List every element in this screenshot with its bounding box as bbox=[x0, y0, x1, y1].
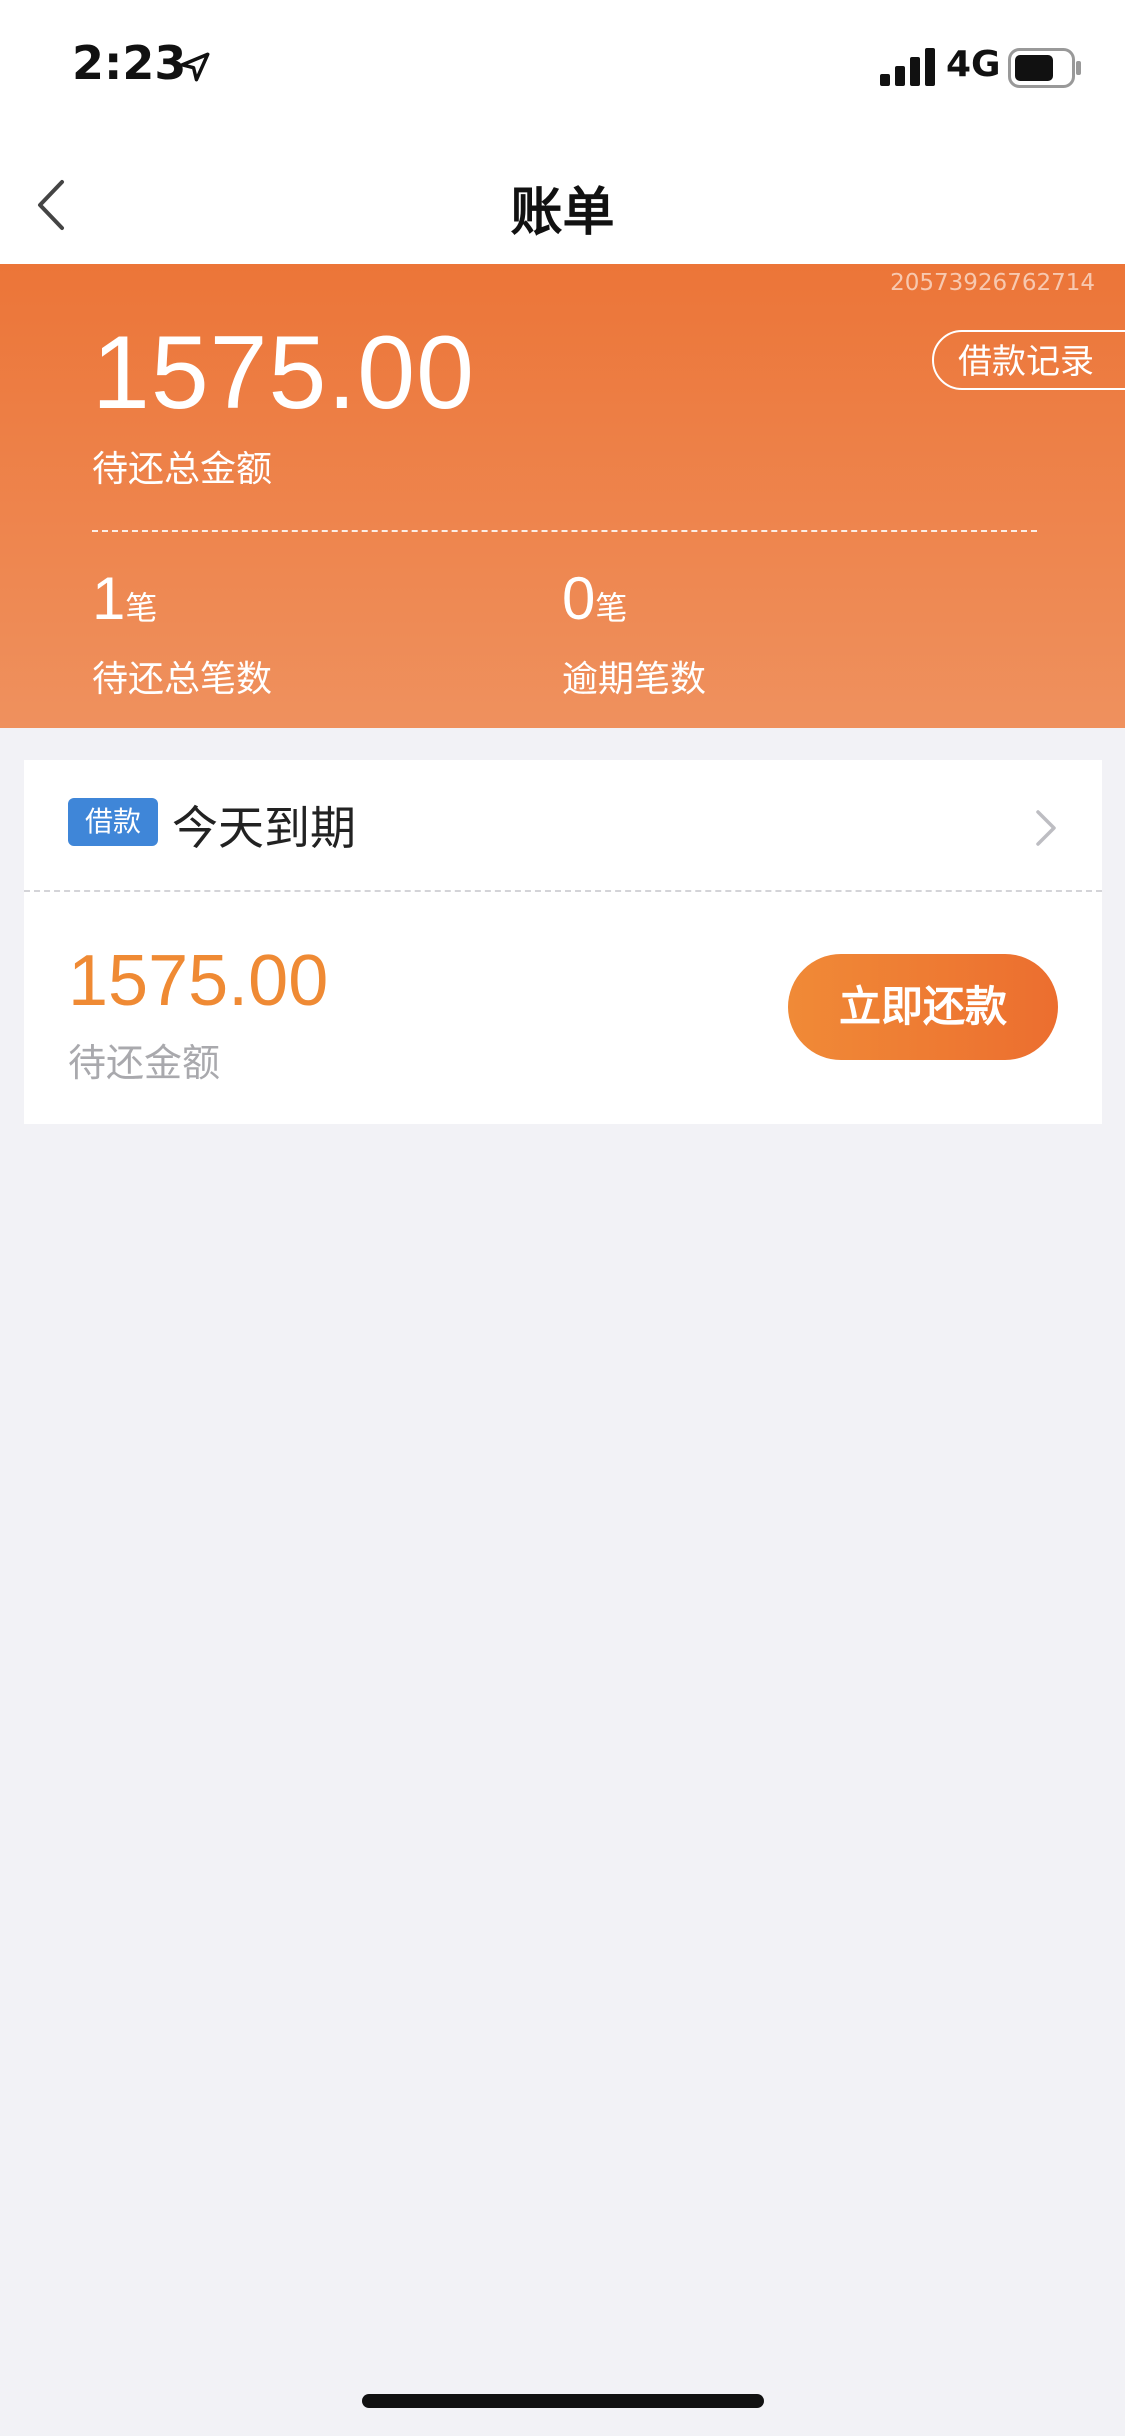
loan-history-button[interactable]: 借款记录 bbox=[932, 330, 1125, 390]
status-bar: 2:23 4G bbox=[0, 0, 1125, 140]
overdue-count-unit: 笔 bbox=[595, 589, 628, 627]
repay-now-button[interactable]: 立即还款 bbox=[788, 954, 1058, 1060]
signal-bars-icon bbox=[880, 48, 935, 86]
location-arrow-icon bbox=[180, 52, 210, 82]
due-date-text: 今天到期 bbox=[172, 801, 356, 855]
page-title: 账单 bbox=[510, 183, 615, 243]
bill-card-header[interactable]: 借款 今天到期 bbox=[24, 760, 1102, 890]
navigation-bar: 账单 bbox=[0, 140, 1125, 264]
pending-count-stat: 1笔 待还总笔数 bbox=[92, 564, 272, 700]
loan-tag: 借款 bbox=[68, 798, 158, 846]
battery-icon bbox=[1008, 48, 1081, 88]
total-amount: 1575.00 bbox=[92, 315, 475, 431]
overdue-count-label: 逾期笔数 bbox=[562, 659, 707, 700]
home-indicator[interactable] bbox=[362, 2394, 764, 2408]
pending-count-unit: 笔 bbox=[125, 589, 158, 627]
card-divider bbox=[24, 890, 1102, 892]
pending-count-label: 待还总笔数 bbox=[92, 659, 273, 700]
summary-divider bbox=[92, 530, 1037, 532]
network-type: 4G bbox=[946, 44, 1001, 85]
bill-summary-panel: 20573926762714 借款记录 1575.00 待还总金额 1笔 待还总… bbox=[0, 264, 1125, 728]
order-number: 20573926762714 bbox=[890, 270, 1095, 296]
pending-amount: 1575.00 bbox=[68, 941, 329, 1021]
total-amount-label: 待还总金额 bbox=[92, 449, 273, 490]
chevron-right-icon bbox=[1036, 810, 1056, 846]
status-time: 2:23 bbox=[72, 36, 187, 90]
pending-amount-label: 待还金额 bbox=[68, 1041, 221, 1085]
pending-count-value: 1 bbox=[92, 565, 126, 632]
overdue-count-value: 0 bbox=[562, 565, 596, 632]
overdue-count-stat: 0笔 逾期笔数 bbox=[562, 564, 706, 700]
bill-card: 借款 今天到期 1575.00 待还金额 立即还款 bbox=[24, 760, 1102, 1124]
